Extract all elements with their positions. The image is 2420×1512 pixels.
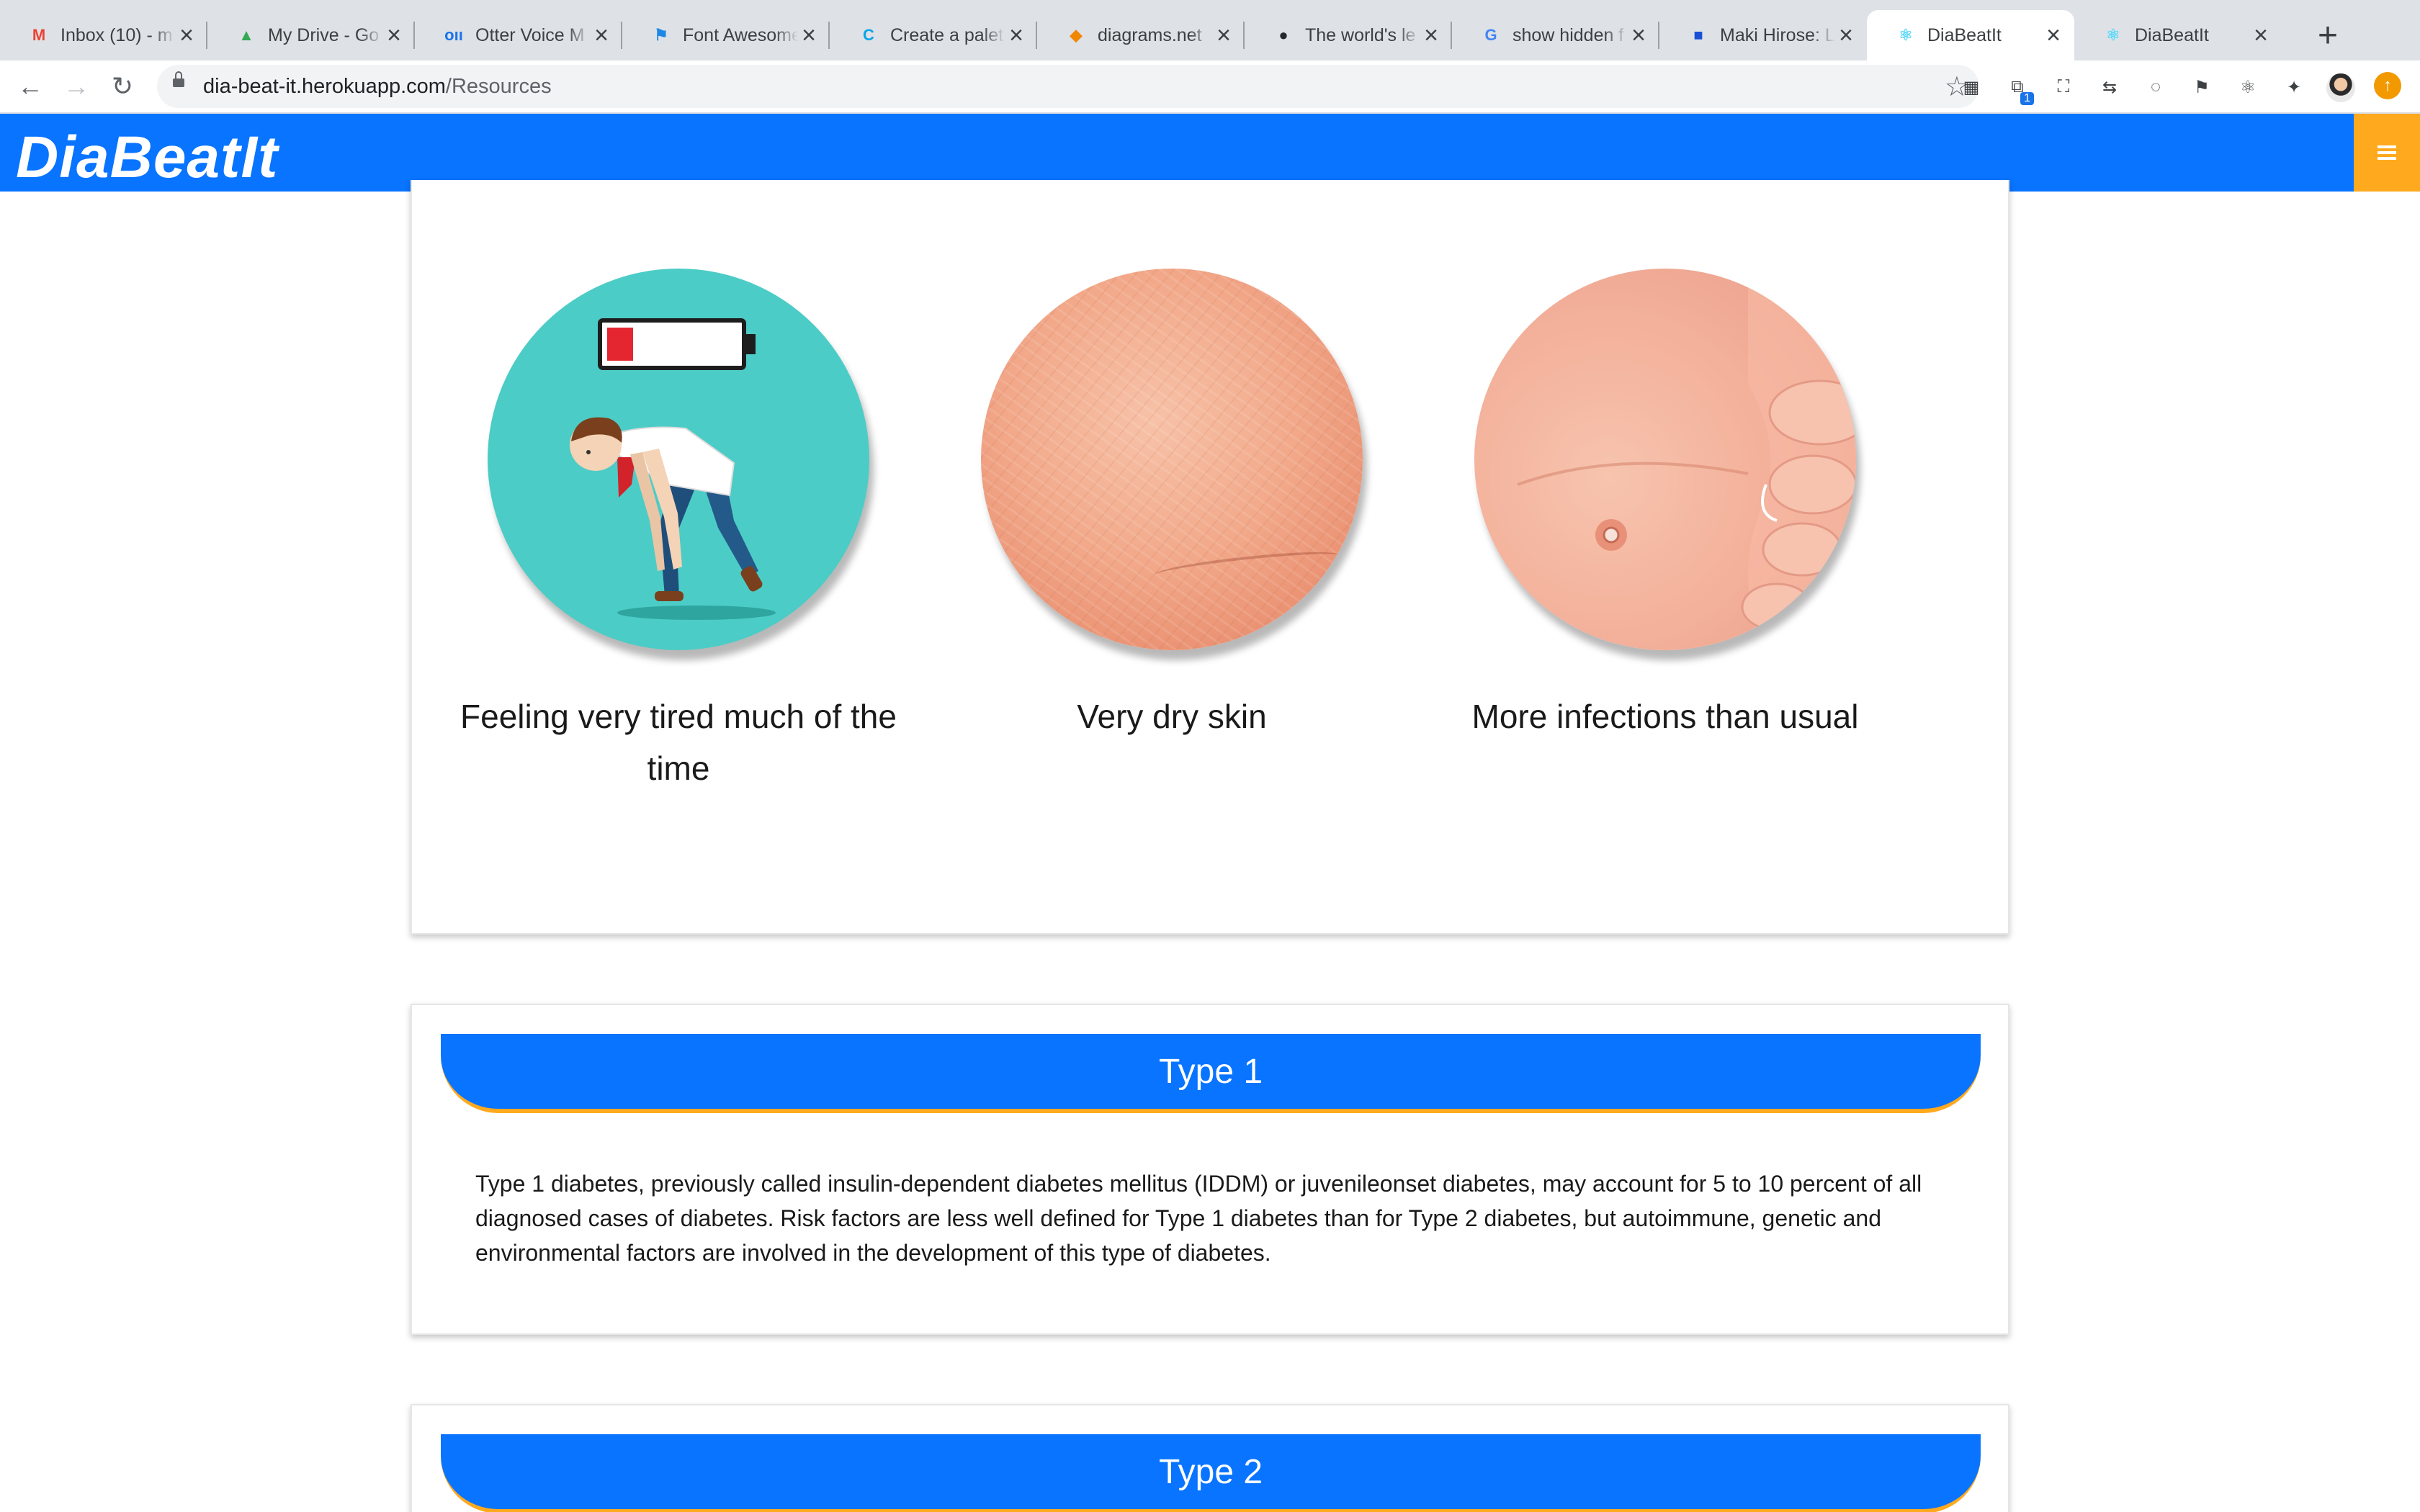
tab-title: My Drive - Go (268, 24, 380, 45)
close-tab-icon[interactable]: × (2043, 23, 2064, 48)
close-tab-icon[interactable]: × (1213, 23, 1234, 48)
brand-logo[interactable]: DiaBeatIt (16, 124, 278, 192)
reload-button[interactable]: ↻ (107, 71, 138, 102)
extensions-puzzle-icon-glyph: ✦ (2286, 77, 2302, 97)
browser-tab[interactable]: Gshow hidden f × (1452, 10, 1659, 60)
close-tab-icon[interactable]: × (2250, 23, 2272, 48)
back-button[interactable]: ← (14, 71, 46, 102)
extension-flag-icon-glyph: ⚑ (2194, 77, 2210, 97)
extension-circle-icon-glyph: ◌ (2150, 77, 2161, 96)
extensions-puzzle-icon[interactable]: ✦ (2282, 75, 2306, 99)
react-icon: ⚛ (1899, 26, 1913, 44)
type-2-card: Type 2 (411, 1404, 2009, 1512)
extension-grid-icon-glyph: ▦ (1963, 77, 1980, 97)
close-tab-icon[interactable]: × (383, 23, 405, 48)
type-2-header: Type 2 (441, 1434, 1981, 1512)
browser-tab[interactable]: ⚛ DiaBeatIt × (2074, 10, 2282, 60)
tab-title: The world's le (1305, 24, 1416, 45)
type-2-title: Type 2 (1158, 1452, 1263, 1491)
tired-man-svg (570, 318, 776, 620)
browser-toolbar: ← → ↻ dia-beat-it.herokuapp.com/Resource… (0, 60, 2420, 114)
type-1-header: Type 1 (441, 1034, 1981, 1113)
extension-react-icon-glyph: ⚛ (2240, 77, 2256, 97)
extension-circle-icon[interactable]: ◌ (2143, 75, 2168, 99)
browser-tab[interactable]: ■ Maki Hirose: L × (1659, 10, 1867, 60)
symptom-item-tired: Feeling very tired much of the time (455, 269, 902, 794)
close-tab-icon[interactable]: × (591, 23, 612, 48)
browser-tab[interactable]: M Inbox (10) - m × (0, 10, 207, 60)
foot-infection-photo (1474, 269, 1856, 650)
gmail-icon: M (32, 26, 46, 44)
tab-title: Inbox (10) - m (60, 24, 173, 45)
screenshot-icon[interactable]: ⛶ (2051, 75, 2076, 99)
tired-man-illustration (488, 269, 869, 650)
tab-title: DiaBeatIt (2135, 24, 2209, 45)
extension-arrows-icon[interactable]: ⇆ (2097, 75, 2122, 99)
extension-arrows-icon-glyph: ⇆ (2102, 77, 2118, 97)
hamburger-menu-button[interactable] (2354, 114, 2420, 192)
tab-title: diagrams.net (1098, 24, 1202, 45)
github-icon: ● (1278, 26, 1289, 44)
react-icon: ⚛ (2106, 26, 2120, 44)
close-tab-icon[interactable]: × (1005, 23, 1027, 48)
browser-tab[interactable]: ⚑ Font Awesome × (622, 10, 830, 60)
tab-title: Maki Hirose: L (1720, 24, 1835, 45)
diagrams-icon: ◆ (1070, 26, 1083, 44)
dry-skin-photo (981, 269, 1363, 650)
url-host: dia-beat-it.herokuapp.com (203, 75, 446, 98)
lock-icon[interactable] (173, 71, 184, 87)
forward-button[interactable]: → (60, 71, 92, 102)
tab-title: Otter Voice M (475, 24, 585, 45)
square-icon: ■ (1693, 26, 1703, 44)
symptom-label: More infections than usual (1471, 698, 1859, 735)
profile-avatar[interactable] (2326, 73, 2355, 102)
close-tab-icon[interactable]: × (1628, 23, 1649, 48)
browser-tab[interactable]: oıı Otter Voice M × (415, 10, 622, 60)
close-tab-icon[interactable]: × (1420, 23, 1442, 48)
tab-title: Font Awesome (683, 24, 798, 45)
tab-title: DiaBeatIt (1927, 24, 2002, 45)
browser-tab[interactable]: ◆ diagrams.net × (1037, 10, 1245, 60)
url-path: /Resources (445, 75, 552, 98)
google-drive-icon: ▲ (238, 26, 254, 44)
close-tab-icon[interactable]: × (798, 23, 820, 48)
symptoms-card: Feeling very tired much of the time Very… (411, 180, 2009, 935)
google-icon: G (1484, 26, 1497, 44)
browser-tab[interactable]: ● The world's le × (1245, 10, 1452, 60)
screenshot-icon-glyph: ⛶ (2057, 77, 2070, 96)
browser-tab[interactable]: C Create a palet × (830, 10, 1037, 60)
extension-grid-icon[interactable]: ▦ (1959, 75, 1984, 99)
extension-badge: 1 (2020, 92, 2034, 105)
extension-share-icon[interactable]: ⧉ 1 (2005, 75, 2034, 105)
close-tab-icon[interactable]: × (176, 23, 197, 48)
symptom-item-infections: More infections than usual (1442, 269, 1888, 742)
otter-icon: oıı (444, 26, 463, 44)
symptom-item-dry-skin: Very dry skin (949, 269, 1395, 742)
extension-flag-icon[interactable]: ⚑ (2190, 75, 2214, 99)
close-tab-icon[interactable]: × (1835, 23, 1857, 48)
symptom-label: Feeling very tired much of the time (460, 698, 897, 787)
symptom-label: Very dry skin (1077, 698, 1267, 735)
browser-tab[interactable]: ⚛ DiaBeatIt × (1867, 10, 2074, 60)
hamburger-icon (2378, 145, 2396, 160)
font-awesome-flag-icon: ⚑ (654, 26, 668, 44)
browser-tab-strip: M Inbox (10) - m × ▲ My Drive - Go × oıı Otter … (0, 0, 2420, 60)
extension-react-icon[interactable]: ⚛ (2236, 75, 2260, 99)
foot-svg (1517, 269, 1856, 650)
coolors-icon: C (863, 26, 874, 44)
type-1-card: Type 1 Type 1 diabetes, previously calle… (411, 1004, 2009, 1335)
address-bar[interactable]: dia-beat-it.herokuapp.com/Resources ☆ (157, 65, 1979, 108)
tab-title: Create a palet (890, 24, 1004, 45)
update-icon[interactable]: ↑ (2374, 72, 2401, 99)
tab-title: show hidden f (1512, 24, 1624, 45)
url-text[interactable]: dia-beat-it.herokuapp.com/Resources (203, 75, 552, 99)
new-tab-button[interactable]: + (2308, 16, 2348, 56)
browser-tab[interactable]: ▲ My Drive - Go × (207, 10, 415, 60)
type-1-title: Type 1 (1158, 1052, 1263, 1091)
type-1-description: Type 1 diabetes, previously called insul… (475, 1171, 1922, 1266)
